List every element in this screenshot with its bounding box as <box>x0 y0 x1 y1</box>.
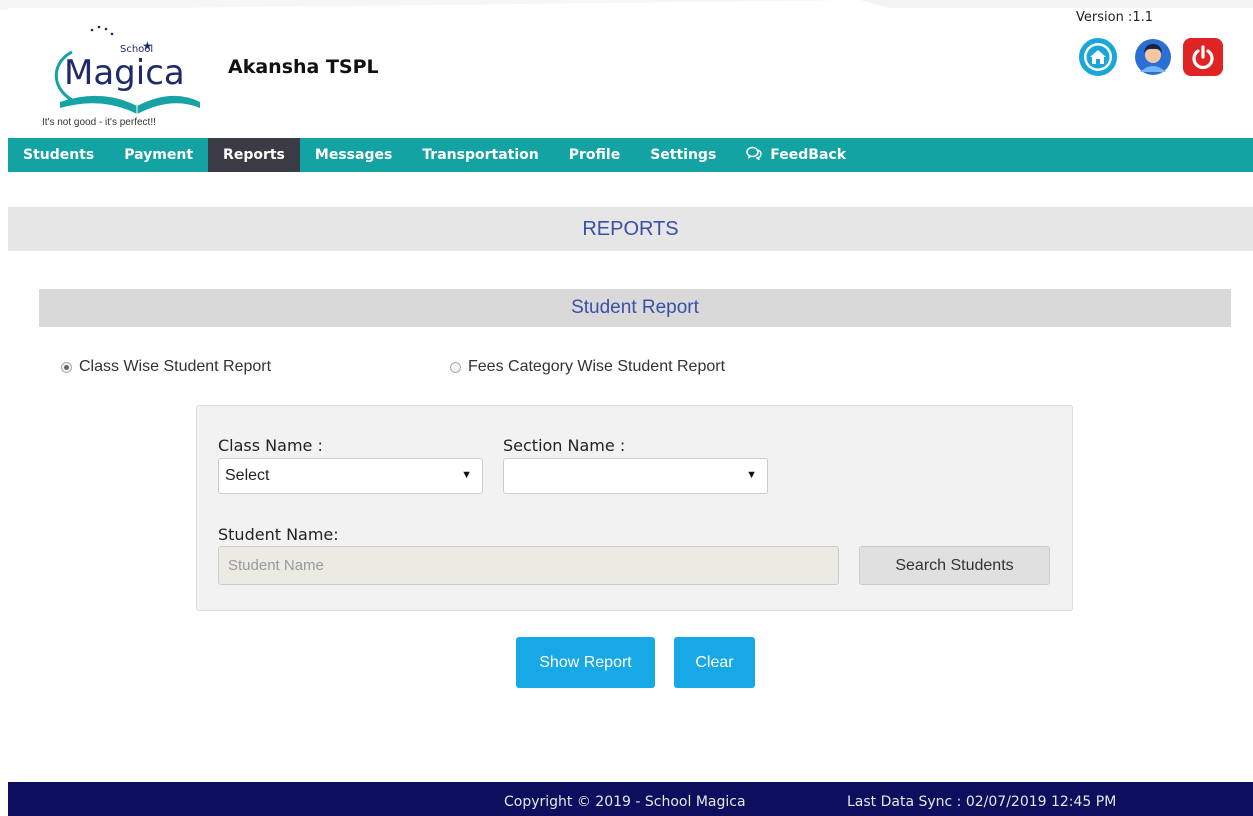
main-nav: Students Payment Reports Messages Transp… <box>8 138 1253 172</box>
version-label: Version :1.1 <box>1076 10 1153 25</box>
power-icon[interactable] <box>1183 38 1223 76</box>
clear-button[interactable]: Clear <box>674 637 755 688</box>
nav-item-transportation[interactable]: Transportation <box>407 138 553 172</box>
nav-item-payment[interactable]: Payment <box>109 138 208 172</box>
company-name: Akansha TSPL <box>228 56 379 78</box>
class-name-label: Class Name : <box>218 436 323 455</box>
svg-text:School: School <box>120 44 153 55</box>
chevron-down-icon: ▼ <box>746 469 757 481</box>
nav-item-profile[interactable]: Profile <box>554 138 635 172</box>
logo-tagline: It's not good - it's perfect!! <box>42 117 156 128</box>
header: ★ Magica School It's not good - it's per… <box>8 8 1253 138</box>
last-data-sync: Last Data Sync : 02/07/2019 12:45 PM <box>847 794 1117 810</box>
radio-unchecked-icon <box>450 361 461 373</box>
section-title-bar: Student Report <box>39 289 1231 327</box>
user-avatar-icon[interactable] <box>1134 38 1172 76</box>
chat-bubble-icon <box>746 146 762 164</box>
nav-item-messages[interactable]: Messages <box>300 138 407 172</box>
copyright-text: Copyright © 2019 - School Magica <box>504 794 746 810</box>
nav-item-reports[interactable]: Reports <box>208 138 300 172</box>
nav-item-feedback-label: FeedBack <box>770 147 847 163</box>
radio-checked-icon <box>61 361 72 373</box>
footer: Copyright © 2019 - School Magica Last Da… <box>8 782 1253 816</box>
page-title-bar: REPORTS <box>8 207 1253 251</box>
radio-fees-category-label: Fees Category Wise Student Report <box>468 358 726 375</box>
class-name-select[interactable]: Select ▼ <box>218 458 483 494</box>
show-report-button[interactable]: Show Report <box>516 637 655 688</box>
filter-panel: Class Name : Select ▼ Section Name : ▼ S… <box>196 405 1073 611</box>
nav-item-feedback[interactable]: FeedBack <box>731 138 861 172</box>
home-icon[interactable] <box>1079 38 1117 76</box>
svg-text:Magica: Magica <box>64 53 185 93</box>
radio-fees-category-report[interactable]: Fees Category Wise Student Report <box>450 358 725 376</box>
nav-item-students[interactable]: Students <box>8 138 109 172</box>
section-name-select[interactable]: ▼ <box>503 458 768 494</box>
logo-graphic: ★ Magica School <box>54 25 200 114</box>
radio-class-wise-report[interactable]: Class Wise Student Report <box>61 358 271 376</box>
search-students-button[interactable]: Search Students <box>859 546 1050 585</box>
student-name-input[interactable]: Student Name <box>218 546 839 585</box>
class-name-value: Select <box>225 467 270 484</box>
chevron-down-icon: ▼ <box>461 469 472 481</box>
page-title: REPORTS <box>582 217 679 240</box>
section-name-label: Section Name : <box>503 436 626 455</box>
section-title: Student Report <box>571 297 699 318</box>
nav-item-settings[interactable]: Settings <box>635 138 731 172</box>
radio-class-wise-label: Class Wise Student Report <box>79 358 272 375</box>
school-magica-logo[interactable]: ★ Magica School It's not good - it's per… <box>42 22 206 134</box>
student-name-label: Student Name: <box>218 525 339 544</box>
